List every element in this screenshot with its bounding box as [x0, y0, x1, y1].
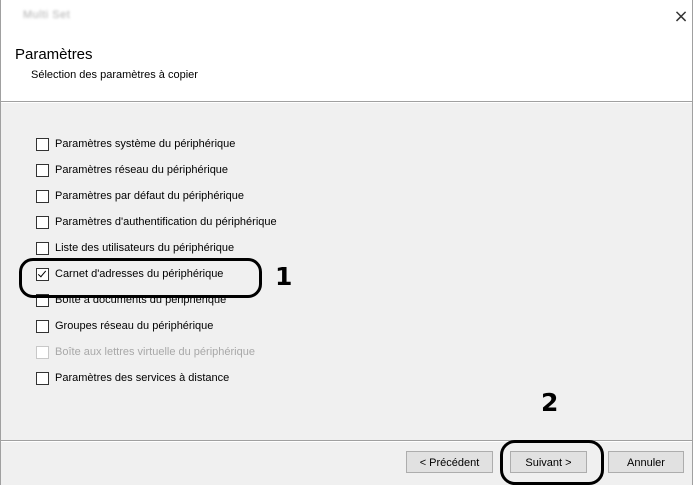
checkbox[interactable] [36, 293, 49, 307]
header-divider-highlight [1, 102, 692, 103]
checkbox[interactable] [36, 163, 49, 177]
option-virtual-mailbox: Boîte aux lettres virtuelle du périphéri… [36, 339, 277, 365]
option-address-book[interactable]: Carnet d'adresses du périphérique [36, 261, 277, 287]
option-network-groups[interactable]: Groupes réseau du périphérique [36, 313, 277, 339]
option-system-settings[interactable]: Paramètres système du périphérique [36, 131, 277, 157]
option-label: Paramètres des services à distance [55, 372, 230, 384]
next-button[interactable]: Suivant > [510, 451, 587, 473]
option-label: Boîte aux lettres virtuelle du périphéri… [55, 346, 255, 358]
option-remote-services[interactable]: Paramètres des services à distance [36, 365, 277, 391]
close-icon[interactable]: × [670, 6, 692, 28]
checkbox[interactable] [36, 215, 49, 229]
wizard-header: Paramètres Sélection des paramètres à co… [1, 33, 692, 101]
option-label: Paramètres réseau du périphérique [55, 164, 229, 176]
checkbox-disabled [36, 345, 49, 359]
checkbox-checked[interactable] [36, 267, 49, 281]
option-label: Paramètres par défaut du périphérique [55, 190, 244, 202]
option-default-settings[interactable]: Paramètres par défaut du périphérique [36, 183, 277, 209]
page-subtitle: Sélection des paramètres à copier [31, 69, 198, 81]
title-bar: Multi Set × [1, 0, 692, 33]
option-label: Boîte à documents du périphérique [55, 294, 227, 306]
option-label: Carnet d'adresses du périphérique [55, 268, 224, 280]
callout-number-2: 2 [541, 388, 559, 417]
option-label: Groupes réseau du périphérique [55, 320, 214, 332]
checkbox[interactable] [36, 189, 49, 203]
checkbox[interactable] [36, 319, 49, 333]
window-title: Multi Set [23, 9, 71, 21]
option-document-box[interactable]: Boîte à documents du périphérique [36, 287, 277, 313]
previous-button[interactable]: < Précédent [406, 451, 493, 473]
checkbox[interactable] [36, 241, 49, 255]
option-network-settings[interactable]: Paramètres réseau du périphérique [36, 157, 277, 183]
callout-number-1: 1 [275, 262, 293, 291]
dialog-window: Multi Set × Paramètres Sélection des par… [0, 0, 693, 485]
settings-checklist: Paramètres système du périphérique Param… [36, 131, 277, 391]
option-label: Liste des utilisateurs du périphérique [55, 242, 235, 254]
footer-divider-highlight [1, 441, 692, 442]
option-authentication-settings[interactable]: Paramètres d'authentification du périphé… [36, 209, 277, 235]
cancel-button[interactable]: Annuler [608, 451, 684, 473]
checkbox[interactable] [36, 137, 49, 151]
page-title: Paramètres [15, 46, 93, 63]
checkbox[interactable] [36, 371, 49, 385]
option-label: Paramètres d'authentification du périphé… [55, 216, 277, 228]
option-user-list[interactable]: Liste des utilisateurs du périphérique [36, 235, 277, 261]
option-label: Paramètres système du périphérique [55, 138, 236, 150]
